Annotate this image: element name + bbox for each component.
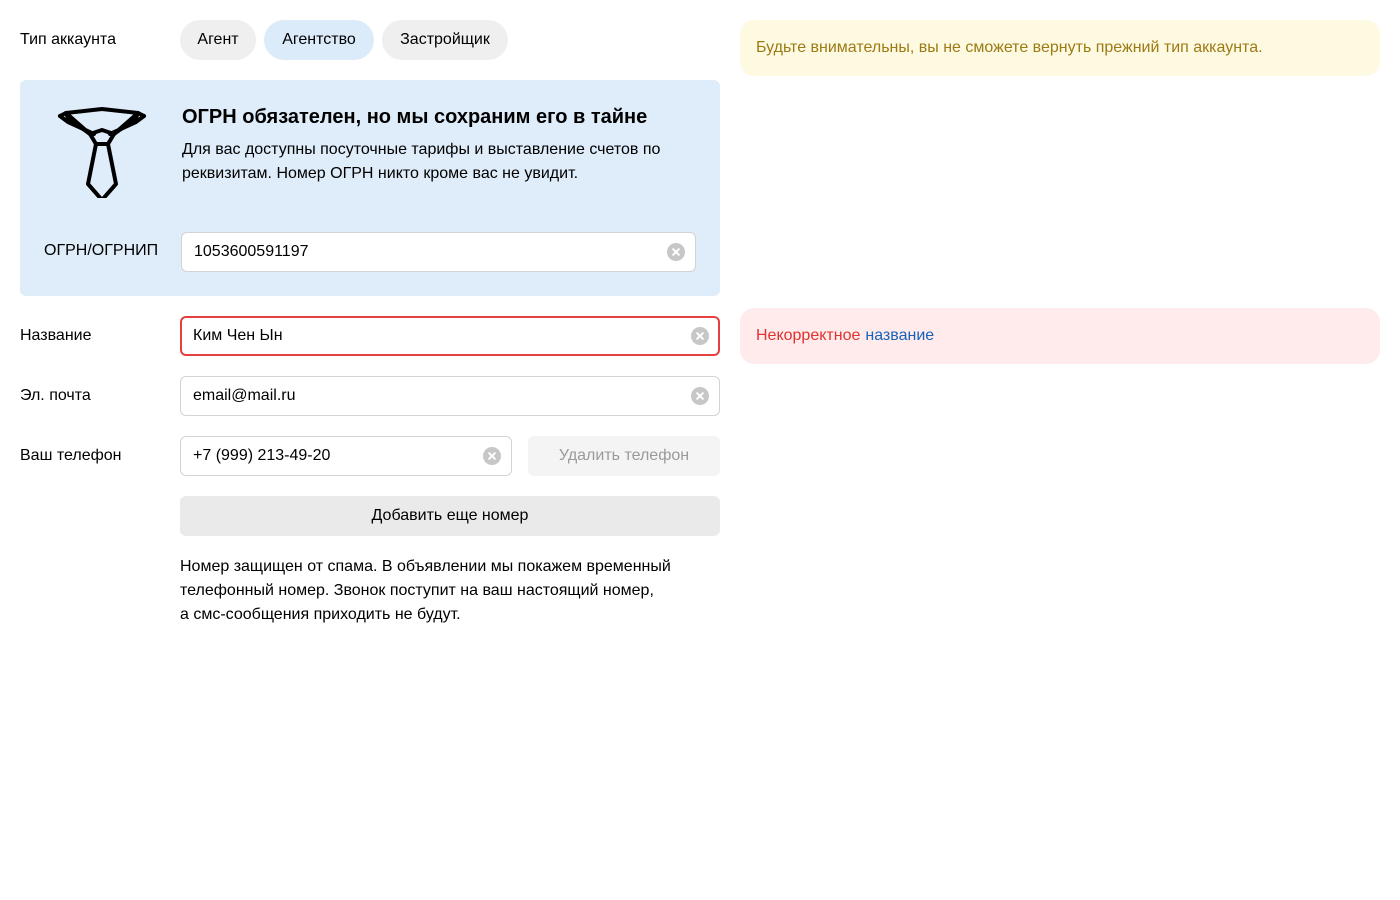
account-type-warning: Будьте внимательны, вы не сможете вернут… [740, 20, 1380, 76]
ogrn-promo-text: Для вас доступны посуточные тарифы и выс… [182, 141, 661, 182]
ogrn-promo-block: ОГРН обязателен, но мы сохраним его в та… [20, 80, 720, 296]
name-label: Название [20, 327, 92, 344]
account-type-agency[interactable]: Агентство [264, 20, 374, 60]
account-type-developer[interactable]: Застройщик [382, 20, 508, 60]
ogrn-clear-icon[interactable] [667, 243, 685, 261]
email-input[interactable]: email@mail.ru [180, 376, 720, 416]
phone-spam-hint: Номер защищен от спама. В объявлении мы … [180, 555, 720, 627]
name-input-value: Ким Чен Ын [193, 327, 283, 344]
name-clear-icon[interactable] [691, 327, 709, 345]
delete-phone-button[interactable]: Удалить телефон [528, 436, 720, 476]
name-input[interactable]: Ким Чен Ын [180, 316, 720, 356]
phone-hint-line: Номер защищен от спама. В объявлении мы … [180, 558, 671, 575]
email-label: Эл. почта [20, 387, 91, 404]
name-error-text: Некорректное [756, 327, 861, 344]
email-clear-icon[interactable] [691, 387, 709, 405]
name-error-link[interactable]: название [865, 326, 934, 346]
ogrn-input-value: 1053600591197 [194, 243, 309, 260]
name-error-message: Некорректное название [740, 308, 1380, 364]
phone-label: Ваш телефон [20, 447, 122, 464]
phone-hint-line: телефонный номер. Звонок поступит на ваш… [180, 582, 654, 599]
ogrn-promo-title: ОГРН обязателен, но мы сохраним его в та… [182, 106, 648, 128]
phone-hint-line: а смс-сообщения приходить не будут. [180, 606, 461, 623]
tie-icon [58, 107, 146, 198]
phone-input[interactable]: +7 (999) 213-49-20 [180, 436, 512, 476]
account-type-warning-text: Будьте внимательны, вы не сможете вернут… [756, 39, 1263, 56]
phone-input-value: +7 (999) 213-49-20 [193, 447, 331, 464]
ogrn-input[interactable]: 1053600591197 [181, 232, 696, 272]
email-input-value: email@mail.ru [193, 387, 296, 404]
account-type-label: Тип аккаунта [20, 31, 116, 48]
add-phone-button[interactable]: Добавить еще номер [180, 496, 720, 536]
account-type-agent[interactable]: Агент [180, 20, 256, 60]
ogrn-label: ОГРН/ОГРНИП [44, 242, 159, 259]
phone-clear-icon[interactable] [483, 447, 501, 465]
